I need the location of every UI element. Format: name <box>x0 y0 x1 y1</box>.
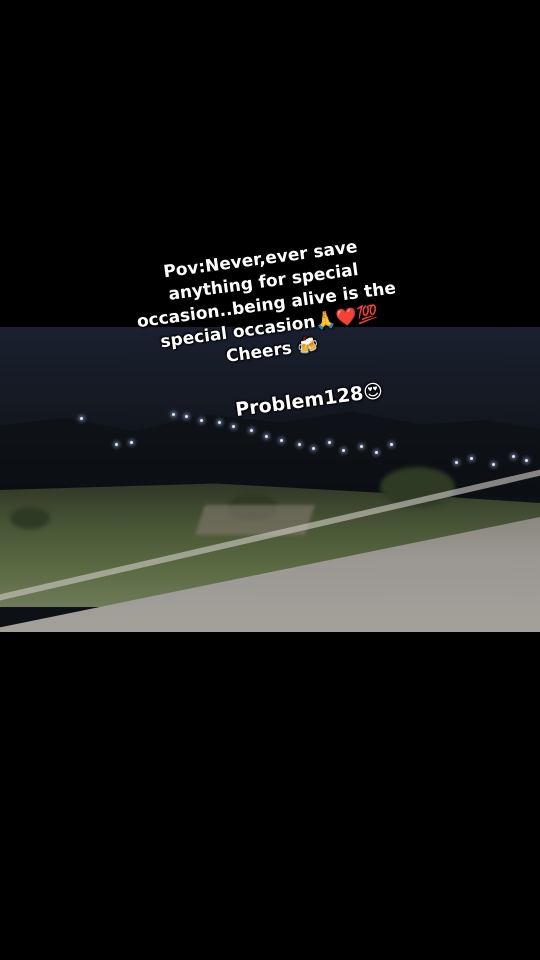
city-light <box>130 441 133 444</box>
city-light <box>312 447 315 450</box>
city-light <box>525 459 528 462</box>
city-light <box>470 457 473 460</box>
city-light <box>375 451 378 454</box>
city-light <box>115 443 118 446</box>
city-light <box>298 443 301 446</box>
city-light <box>328 441 331 444</box>
city-light <box>232 425 235 428</box>
city-light <box>492 463 495 466</box>
city-light <box>280 439 283 442</box>
city-light <box>265 435 268 438</box>
city-light <box>390 443 393 446</box>
city-light <box>250 429 253 432</box>
city-light <box>342 449 345 452</box>
city-light <box>360 445 363 448</box>
city-light <box>455 461 458 464</box>
city-light <box>512 455 515 458</box>
bush <box>10 507 50 529</box>
